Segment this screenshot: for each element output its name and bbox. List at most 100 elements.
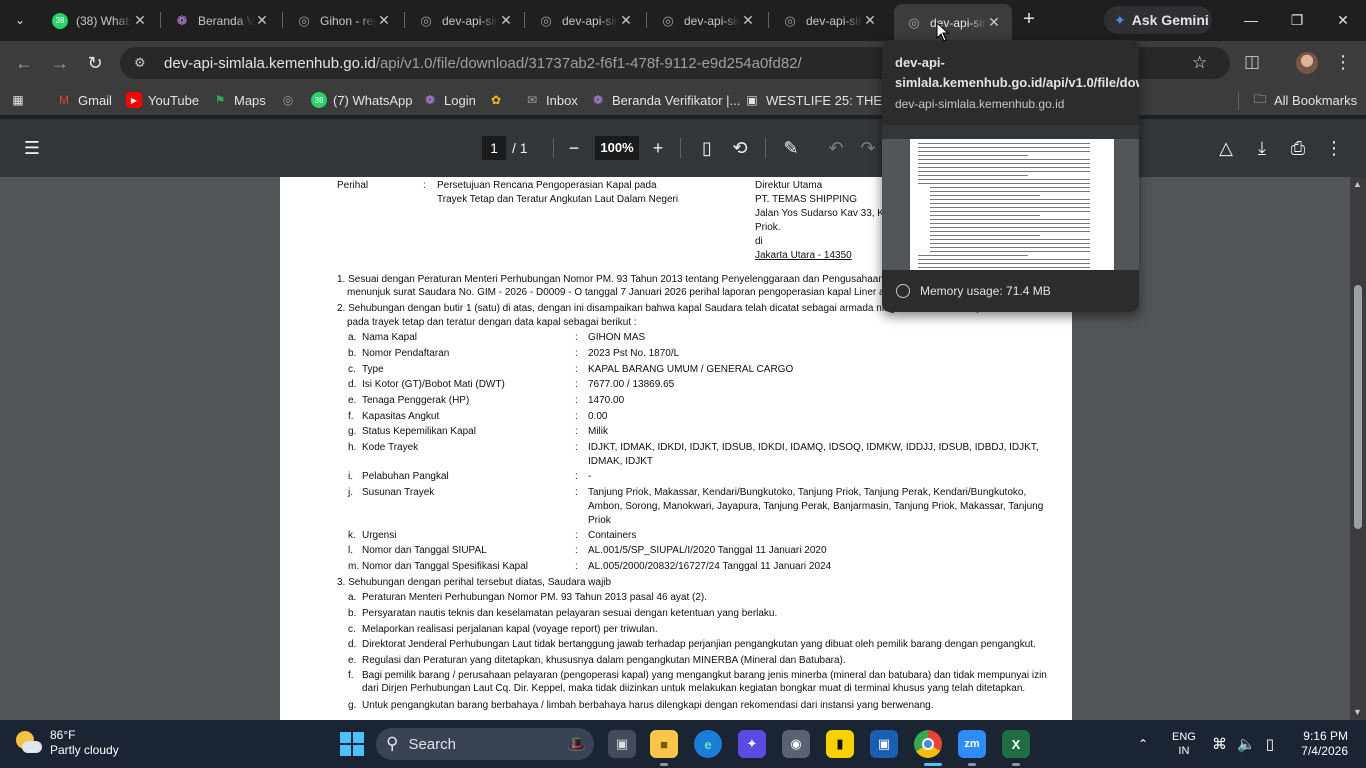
ask-gemini-button[interactable]: ✦ Ask Gemini <box>1104 6 1212 34</box>
tab-search-button[interactable]: ⌄ <box>8 8 32 32</box>
tab[interactable]: ◎dev-api-simlala✕ <box>894 4 1012 41</box>
annotate-button[interactable]: ✎ <box>779 137 803 159</box>
close-icon[interactable]: ✕ <box>254 12 270 29</box>
chrome-app[interactable] <box>914 730 942 758</box>
maximize-button[interactable]: ❐ <box>1274 0 1320 40</box>
save-to-drive-button[interactable]: △ <box>1214 137 1238 159</box>
bookmark-star-icon[interactable]: ☆ <box>1192 53 1207 73</box>
remote-desktop-app[interactable]: ▣ <box>870 730 898 758</box>
taskbar-search[interactable]: ⚲ Search 🎩 <box>376 728 594 760</box>
fit-page-button[interactable]: ▯ <box>695 137 719 159</box>
sticky-notes-app[interactable]: ▮ <box>826 730 854 758</box>
row-value: Milik <box>588 426 608 437</box>
chevron-down-icon: ⌄ <box>14 13 26 27</box>
undo-button[interactable]: ↶ <box>824 137 848 159</box>
zoom-input[interactable]: 100% <box>595 136 639 160</box>
tab[interactable]: ◎dev-api-simlala✕ <box>406 6 524 35</box>
undo-icon: ↶ <box>828 138 844 158</box>
weather-widget[interactable]: 86°F Partly cloudy <box>14 728 119 758</box>
language-indicator[interactable]: ENG IN <box>1172 720 1196 768</box>
tab[interactable]: ◎ Gihon - report✕ <box>284 6 402 35</box>
all-bookmarks-button[interactable]: 🗀 All Bookmarks <box>1252 90 1357 110</box>
tab[interactable]: ◎dev-api-simlala✕ <box>526 6 644 35</box>
preview-text-line <box>918 263 1090 264</box>
bookmark-item[interactable]: ✿ <box>488 90 504 110</box>
profile-avatar[interactable] <box>1296 52 1318 74</box>
pdf-menu-button[interactable]: ☰ <box>20 137 44 159</box>
file-explorer-app[interactable]: ■ <box>650 730 678 758</box>
bookmark-item[interactable]: ✉ Inbox <box>524 90 578 110</box>
row-letter: b. <box>348 348 357 359</box>
zoom-out-button[interactable]: − <box>562 137 586 159</box>
tab[interactable]: ◎dev-api-simlala✕ <box>770 6 888 35</box>
zoom-icon: zm <box>964 738 980 750</box>
new-tab-button[interactable]: + <box>1018 9 1040 31</box>
row-colon: : <box>575 471 578 482</box>
obligation-text: Peraturan Menteri Perhubungan Nomor PM. … <box>362 592 708 603</box>
browser-menu-button[interactable]: ⋮ <box>1334 49 1352 75</box>
task-view-app[interactable]: ▣ <box>608 730 636 758</box>
camera-app[interactable]: ◉ <box>782 730 810 758</box>
row-colon: : <box>575 395 578 406</box>
apps-button[interactable]: ▦ <box>10 90 26 110</box>
bookmark-item[interactable]: ❁ Beranda Verifikator |... <box>590 90 740 110</box>
preview-text-line <box>918 255 1028 256</box>
page-number-input[interactable]: 1 <box>482 136 506 160</box>
tab[interactable]: ❁ Beranda Verifikator✕ <box>162 6 280 35</box>
rotate-button[interactable]: ⟲ <box>728 137 752 159</box>
scroll-down-icon[interactable]: ▼ <box>1353 707 1362 717</box>
bookmark-item[interactable]: M Gmail <box>56 90 112 110</box>
tab[interactable]: ◎dev-api-simlala✕ <box>648 6 766 35</box>
row-letter: e. <box>348 655 357 666</box>
close-icon[interactable]: ✕ <box>862 12 878 29</box>
bookmark-item[interactable]: ◎ <box>280 90 296 110</box>
scrollbar-thumb[interactable] <box>1354 285 1362 529</box>
close-icon[interactable]: ✕ <box>740 12 756 29</box>
redo-icon: ↷ <box>860 138 876 158</box>
print-button[interactable]: ⎙ <box>1286 137 1310 159</box>
edge-icon: e <box>704 736 712 752</box>
vertical-scrollbar[interactable]: ▲ ▼ <box>1350 177 1366 720</box>
minimize-button[interactable]: — <box>1228 0 1274 40</box>
back-button[interactable]: ← <box>12 51 36 75</box>
redo-button[interactable]: ↷ <box>856 137 880 159</box>
close-window-button[interactable]: ✕ <box>1320 0 1366 40</box>
pdf-toolbar-divider <box>765 138 766 158</box>
bookmark-item[interactable]: ▶ YouTube <box>126 90 199 110</box>
site-info-icon[interactable]: ⚙ <box>134 55 152 71</box>
extensions-icon[interactable]: ◫ <box>1244 52 1260 72</box>
row-label: Nomor dan Tanggal SIUPAL <box>362 545 487 556</box>
clock[interactable]: 9:16 PM 7/4/2026 <box>1296 729 1348 759</box>
reload-button[interactable]: ↻ <box>83 51 107 75</box>
excel-app[interactable]: X <box>1002 730 1030 758</box>
row-colon: : <box>575 530 578 541</box>
start-button[interactable] <box>340 732 364 756</box>
system-tray[interactable]: ⌘ 🔈 ▯ <box>1212 720 1274 768</box>
camera-icon: ◉ <box>790 736 802 751</box>
pdf-viewport[interactable]: Lampiran: Perihal: Persetujuan Rencana Pen… <box>0 177 1366 720</box>
zoom-app[interactable]: zm <box>958 730 986 758</box>
edge-app[interactable]: e <box>694 730 722 758</box>
show-hidden-icons-button[interactable]: ⌃ <box>1138 720 1148 768</box>
forward-button[interactable]: → <box>48 51 72 75</box>
tab[interactable]: 38 (38) WhatsApp✕ <box>40 6 158 35</box>
row-value: 1470.00 <box>588 395 625 406</box>
zoom-in-button[interactable]: + <box>646 137 670 159</box>
bookmark-item[interactable]: 38 (7) WhatsApp <box>311 90 412 110</box>
bookmark-item[interactable]: ❁ Login <box>422 90 476 110</box>
scroll-up-icon[interactable]: ▲ <box>1353 179 1362 189</box>
row-value: AL.001/5/SP_SIUPAL/I/2020 Tanggal 11 Jan… <box>588 545 827 556</box>
preview-text-line <box>918 159 1090 160</box>
tab-title: dev-api-simlala <box>442 13 498 28</box>
close-icon[interactable]: ✕ <box>132 12 148 29</box>
row-value: 2023 Pst No. 1870/L <box>588 348 680 359</box>
close-icon[interactable]: ✕ <box>376 12 392 29</box>
download-button[interactable]: ⤓ <box>1250 137 1274 159</box>
bookmark-item[interactable]: ▣ WESTLIFE 25: THE A... <box>744 90 904 110</box>
close-icon[interactable]: ✕ <box>618 12 634 29</box>
close-icon[interactable]: ✕ <box>498 12 514 29</box>
copilot-app[interactable]: ✦ <box>738 730 766 758</box>
close-icon[interactable]: ✕ <box>986 14 1002 31</box>
pdf-more-button[interactable]: ⋮ <box>1322 137 1346 159</box>
bookmark-item[interactable]: ⚑ Maps <box>212 90 266 110</box>
